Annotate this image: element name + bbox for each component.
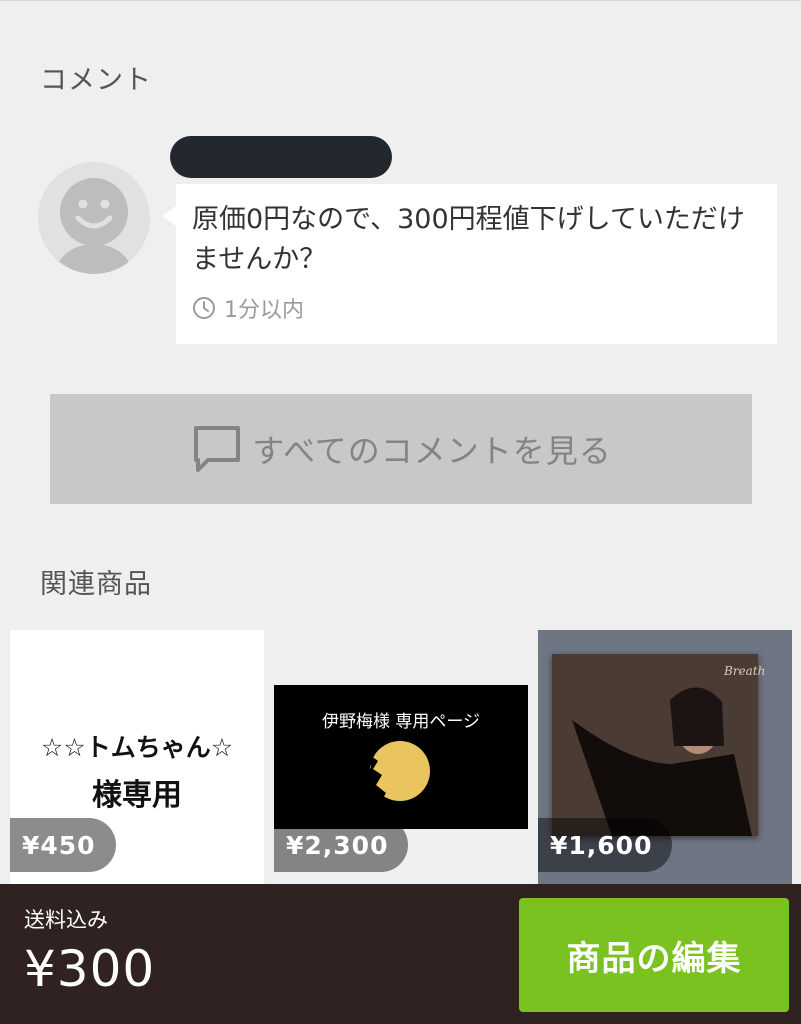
bottom-action-bar: 送料込み ¥300 商品の編集	[0, 884, 801, 1024]
comment-bubble-tail	[162, 206, 176, 226]
comment-time-label: 1分以内	[224, 298, 304, 323]
product-1-image-text-line2: 様専用	[92, 778, 182, 813]
comments-section-title: コメント	[40, 65, 152, 96]
view-all-comments-label: すべてのコメントを見る	[252, 432, 612, 470]
view-all-comments-button[interactable]: すべてのコメントを見る	[50, 394, 752, 504]
product-2-image: 伊野梅様 専用ページ	[274, 685, 528, 829]
comment-text: 原価0円なので、300円程値下げしていただけませんか？	[192, 204, 745, 275]
product-2-price: ¥2,300	[274, 818, 409, 872]
comment-bubble: 原価0円なので、300円程値下げしていただけませんか？ 1分以内	[176, 184, 777, 344]
related-product-card-2[interactable]: 伊野梅様 専用ページ ¥2,300	[274, 630, 528, 884]
top-divider	[0, 0, 801, 1]
shipping-included-label: 送料込み	[24, 908, 108, 932]
edit-item-button[interactable]: 商品の編集	[519, 898, 789, 1012]
product-3-price: ¥1,600	[538, 818, 673, 872]
related-product-card-1[interactable]: ☆☆トムちゃん☆ 様専用 ¥450	[10, 630, 264, 884]
chat-icon	[194, 426, 241, 472]
product-3-cover-text: Breath	[724, 664, 766, 678]
item-price: ¥300	[24, 940, 156, 998]
clock-icon	[193, 297, 215, 319]
comment-timestamp: 1分以内	[192, 292, 304, 324]
redacted-username	[170, 136, 392, 178]
product-3-cd-cover: Breath	[552, 654, 765, 836]
portrait-image	[572, 687, 752, 836]
product-1-image-text-line1: ☆☆トムちゃん☆	[40, 733, 234, 762]
moon-image	[368, 741, 430, 803]
related-product-card-3[interactable]: Breath ¥1,600	[538, 630, 792, 884]
related-products-title: 関連商品	[40, 569, 152, 600]
product-1-price: ¥450	[10, 818, 116, 872]
user-avatar-icon[interactable]	[38, 162, 150, 274]
